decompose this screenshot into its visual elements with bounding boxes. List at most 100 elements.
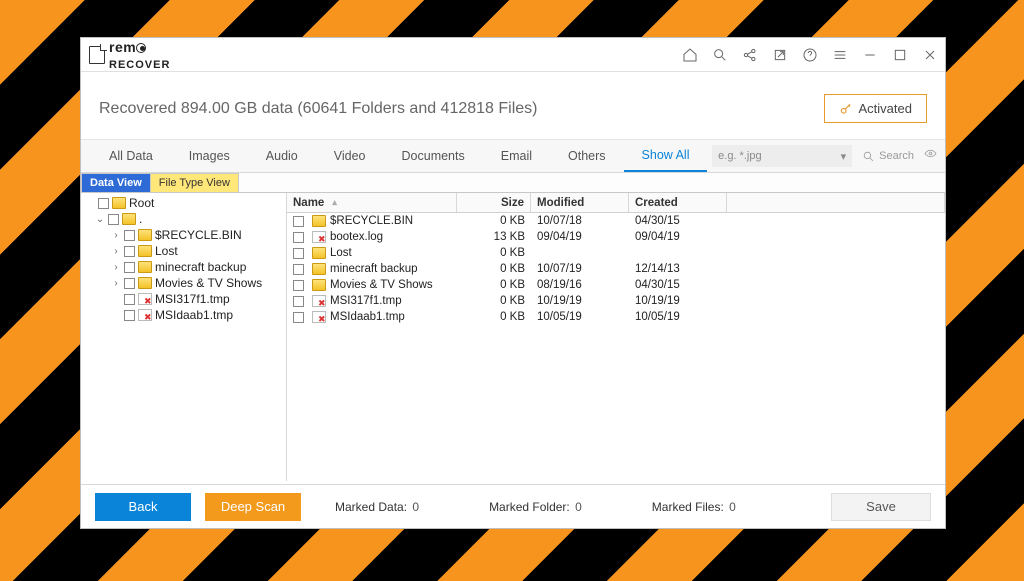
checkbox[interactable] <box>124 262 135 273</box>
checkbox[interactable] <box>124 278 135 289</box>
tab-images[interactable]: Images <box>171 140 248 172</box>
cell-created: 09/04/19 <box>629 231 727 243</box>
list-body[interactable]: $RECYCLE.BIN0 KB10/07/1804/30/15bootex.l… <box>287 213 945 481</box>
tab-others[interactable]: Others <box>550 140 624 172</box>
summary-text: Recovered 894.00 GB data (60641 Folders … <box>99 100 538 118</box>
home-icon[interactable] <box>675 41 705 69</box>
tree-root-label[interactable]: Root <box>129 196 154 210</box>
share-icon[interactable] <box>735 41 765 69</box>
checkbox[interactable] <box>293 232 304 243</box>
cell-name: MSI317f1.tmp <box>330 295 402 307</box>
cell-created: 10/05/19 <box>629 311 727 323</box>
checkbox[interactable] <box>293 280 304 291</box>
deleted-file-icon <box>138 293 152 305</box>
tree-item-label[interactable]: MSI317f1.tmp <box>155 292 230 306</box>
search-icon[interactable] <box>705 41 735 69</box>
tree-item-label[interactable]: MSIdaab1.tmp <box>155 308 233 322</box>
col-created[interactable]: Created <box>635 197 678 209</box>
table-row[interactable]: Movies & TV Shows0 KB08/19/1604/30/15 <box>287 277 945 293</box>
cell-size: 0 KB <box>457 263 531 275</box>
tab-data-view[interactable]: Data View <box>81 173 151 192</box>
checkbox[interactable] <box>124 294 135 305</box>
cell-name: $RECYCLE.BIN <box>330 215 413 227</box>
tree-item-label[interactable]: $RECYCLE.BIN <box>155 228 242 242</box>
search-placeholder: e.g. *.jpg <box>718 150 761 162</box>
cell-name: Lost <box>330 247 352 259</box>
search-button[interactable]: Search <box>856 150 920 163</box>
cell-size: 0 KB <box>457 295 531 307</box>
cell-modified: 10/07/18 <box>531 215 629 227</box>
tab-video[interactable]: Video <box>316 140 384 172</box>
cell-modified: 08/19/16 <box>531 279 629 291</box>
filter-tabstrip: All DataImagesAudioVideoDocumentsEmailOt… <box>81 139 945 173</box>
checkbox[interactable] <box>124 230 135 241</box>
list-panel: Name▴ Size Modified Created $RECYCLE.BIN… <box>287 193 945 481</box>
logo-text: rem RECOVER <box>109 39 170 71</box>
checkbox[interactable] <box>98 198 109 209</box>
expander-icon[interactable]: › <box>111 262 121 273</box>
tab-file-type-view[interactable]: File Type View <box>150 173 239 192</box>
cell-name: Movies & TV Shows <box>330 279 433 291</box>
close-icon[interactable] <box>915 41 945 69</box>
table-row[interactable]: minecraft backup0 KB10/07/1912/14/13 <box>287 261 945 277</box>
tree-dot-label[interactable]: . <box>139 212 142 226</box>
deep-scan-button[interactable]: Deep Scan <box>205 493 301 521</box>
col-name[interactable]: Name <box>293 197 324 209</box>
deleted-file-icon <box>312 231 326 243</box>
expander-icon[interactable]: › <box>111 246 121 257</box>
tree-item-label[interactable]: Lost <box>155 244 178 258</box>
tab-documents[interactable]: Documents <box>384 140 483 172</box>
save-button[interactable]: Save <box>831 493 931 521</box>
cell-modified: 09/04/19 <box>531 231 629 243</box>
tree-panel[interactable]: Root ⌄ . › $RECYCLE.BIN › Lost › minecraft ba… <box>81 193 287 481</box>
table-row[interactable]: MSIdaab1.tmp0 KB10/05/1910/05/19 <box>287 309 945 325</box>
cell-size: 13 KB <box>457 231 531 243</box>
checkbox[interactable] <box>293 264 304 275</box>
expander-icon[interactable]: › <box>111 230 121 241</box>
preview-toggle-icon[interactable] <box>920 147 945 165</box>
table-row[interactable]: bootex.log13 KB09/04/1909/04/19 <box>287 229 945 245</box>
tree-item-label[interactable]: Movies & TV Shows <box>155 276 262 290</box>
checkbox[interactable] <box>124 310 135 321</box>
checkbox[interactable] <box>293 248 304 259</box>
tab-all-data[interactable]: All Data <box>91 140 171 172</box>
deleted-file-icon <box>312 311 326 323</box>
tab-audio[interactable]: Audio <box>248 140 316 172</box>
chevron-down-icon[interactable]: ▾ <box>841 150 847 163</box>
tab-email[interactable]: Email <box>483 140 550 172</box>
cell-name: minecraft backup <box>330 263 418 275</box>
checkbox[interactable] <box>108 214 119 225</box>
checkbox[interactable] <box>293 312 304 323</box>
table-row[interactable]: $RECYCLE.BIN0 KB10/07/1804/30/15 <box>287 213 945 229</box>
folder-icon <box>312 247 326 259</box>
expander-icon[interactable]: ⌄ <box>95 214 105 225</box>
cell-size: 0 KB <box>457 247 531 259</box>
menu-icon[interactable] <box>825 41 855 69</box>
activated-badge: Activated <box>824 94 927 123</box>
titlebar: rem RECOVER <box>81 38 945 72</box>
folder-icon <box>138 261 152 273</box>
tree-item-label[interactable]: minecraft backup <box>155 260 246 274</box>
col-modified[interactable]: Modified <box>537 197 584 209</box>
list-header[interactable]: Name▴ Size Modified Created <box>287 193 945 213</box>
expander-icon[interactable]: › <box>111 278 121 289</box>
cell-created: 10/19/19 <box>629 295 727 307</box>
tab-show-all[interactable]: Show All <box>624 140 708 172</box>
bottom-toolbar: Back Deep Scan Marked Data: 0 Marked Fol… <box>81 484 945 528</box>
external-link-icon[interactable] <box>765 41 795 69</box>
cell-modified: 10/07/19 <box>531 263 629 275</box>
col-size[interactable]: Size <box>501 197 524 209</box>
folder-icon <box>312 279 326 291</box>
marked-files-stat: Marked Files: 0 <box>652 500 736 514</box>
app-window: rem RECOVER Recovered 894.00 GB data (60… <box>80 37 946 529</box>
checkbox[interactable] <box>293 216 304 227</box>
search-input[interactable]: e.g. *.jpg ▾ <box>712 145 852 167</box>
table-row[interactable]: MSI317f1.tmp0 KB10/19/1910/19/19 <box>287 293 945 309</box>
minimize-icon[interactable] <box>855 41 885 69</box>
back-button[interactable]: Back <box>95 493 191 521</box>
maximize-icon[interactable] <box>885 41 915 69</box>
table-row[interactable]: Lost 0 KB <box>287 245 945 261</box>
checkbox[interactable] <box>293 296 304 307</box>
help-icon[interactable] <box>795 41 825 69</box>
checkbox[interactable] <box>124 246 135 257</box>
